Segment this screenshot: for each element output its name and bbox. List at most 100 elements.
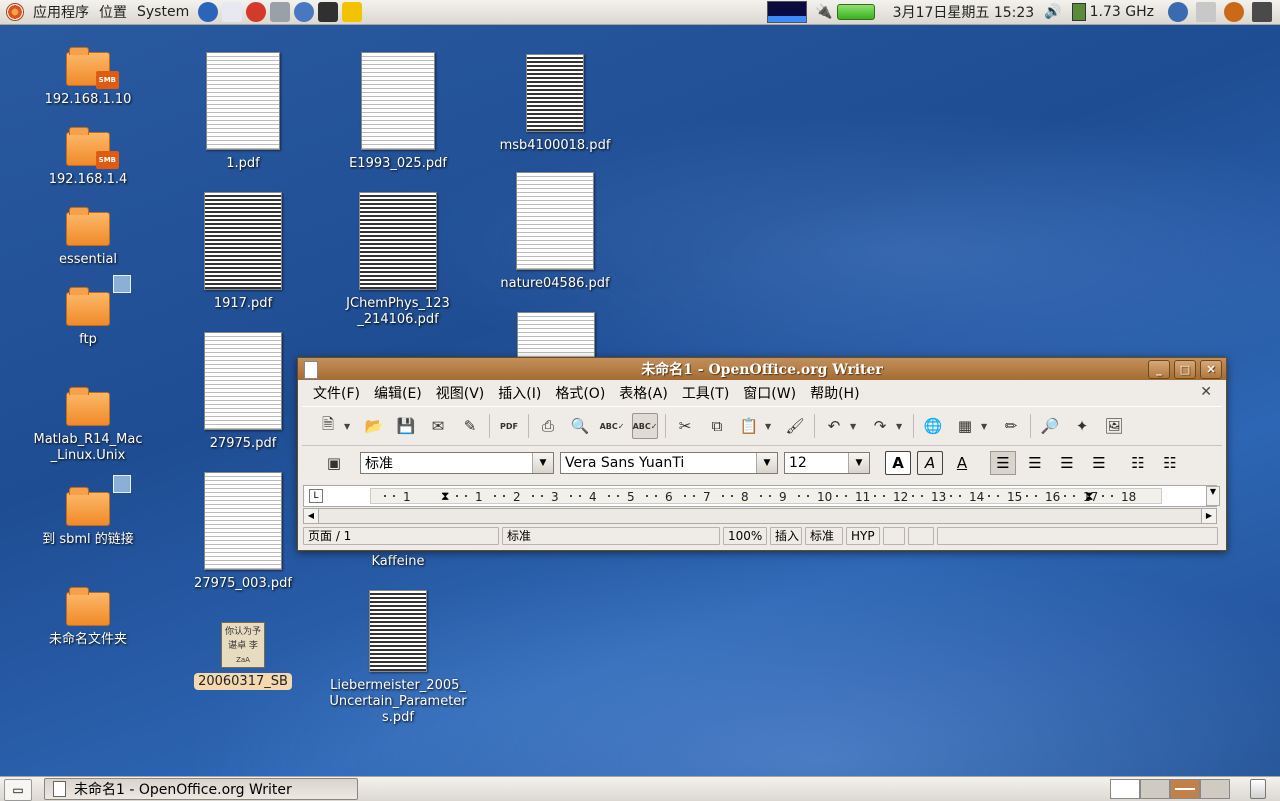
- minimize-button[interactable]: _: [1148, 360, 1170, 379]
- paragraph-style-combo[interactable]: 标准 ▼: [360, 452, 554, 474]
- autospellcheck-icon[interactable]: ABC✓: [632, 413, 658, 439]
- network-globe-icon[interactable]: [294, 2, 315, 22]
- dropdown-arrow-icon[interactable]: ▼: [896, 422, 906, 431]
- dropdown-arrow-icon[interactable]: ▼: [981, 422, 991, 431]
- menu-item-3[interactable]: 插入(I): [491, 383, 548, 403]
- desktop-icon-192-168-1-4[interactable]: SMB 192.168.1.4: [28, 127, 148, 188]
- tab-stop-selector[interactable]: L: [309, 489, 323, 503]
- left-indent-marker[interactable]: ⧗: [441, 489, 449, 504]
- email-icon[interactable]: ✉: [426, 414, 450, 438]
- web-browser-icon[interactable]: [198, 2, 219, 22]
- menu-item-1[interactable]: 编辑(E): [367, 383, 429, 403]
- desktop-icon-27975-pdf[interactable]: 27975.pdf: [183, 332, 303, 452]
- workspace-1[interactable]: [1110, 779, 1140, 799]
- align-center-icon[interactable]: ☰: [1022, 451, 1048, 475]
- close-document-icon[interactable]: ✕: [1200, 384, 1212, 400]
- save-icon[interactable]: 💾: [394, 414, 418, 438]
- bold-icon[interactable]: A: [885, 451, 911, 475]
- numbering-icon[interactable]: ☷: [1125, 451, 1151, 475]
- align-right-icon[interactable]: ☰: [1054, 451, 1080, 475]
- print-preview-icon[interactable]: 🔍: [568, 414, 592, 438]
- desktop-icon-e1993-pdf[interactable]: E1993_025.pdf: [338, 52, 458, 172]
- desktop-icon-matlab[interactable]: Matlab_R14_Mac_Linux.Unix: [28, 387, 148, 464]
- menu-applications[interactable]: 应用程序: [28, 2, 94, 22]
- scroll-down-button[interactable]: ▼: [1206, 486, 1220, 506]
- workspace-2[interactable]: [1140, 779, 1170, 799]
- status-style[interactable]: 标准: [502, 527, 720, 545]
- undo-icon[interactable]: ↶: [822, 414, 846, 438]
- workspace-3[interactable]: [1170, 779, 1200, 799]
- terminal-icon[interactable]: [318, 2, 339, 22]
- justify-icon[interactable]: ☰: [1086, 451, 1112, 475]
- dropdown-arrow-icon[interactable]: ▼: [850, 422, 860, 431]
- volume-icon[interactable]: 🔊: [1044, 4, 1061, 20]
- italic-icon[interactable]: A: [917, 451, 943, 475]
- cpu-monitor-icon[interactable]: [767, 1, 808, 23]
- dropdown-arrow-icon[interactable]: ▼: [344, 422, 354, 431]
- print-icon[interactable]: ⎙: [536, 414, 560, 438]
- trash-icon[interactable]: [1250, 779, 1266, 799]
- spellcheck-icon[interactable]: ABC✓: [600, 414, 625, 438]
- edit-file-icon[interactable]: ✎: [458, 414, 482, 438]
- chevron-down-icon[interactable]: ▼: [532, 453, 553, 473]
- desktop-icon-essential[interactable]: essential: [28, 207, 148, 268]
- menu-item-7[interactable]: 窗口(W): [736, 383, 803, 403]
- desktop-icon-jchemphys-pdf[interactable]: JChemPhys_123_214106.pdf: [338, 192, 458, 328]
- paste-icon[interactable]: 📋: [737, 414, 761, 438]
- chevron-down-icon[interactable]: ▼: [848, 453, 869, 473]
- help-lifebuoy-icon[interactable]: [246, 2, 267, 22]
- bullets-icon[interactable]: ☷: [1157, 451, 1183, 475]
- dropdown-arrow-icon[interactable]: ▼: [765, 422, 775, 431]
- desktop-icon-sbml-link[interactable]: 到 sbml 的链接: [28, 475, 148, 548]
- export-pdf-icon[interactable]: PDF: [497, 414, 521, 438]
- show-desktop-icon[interactable]: ▭: [4, 779, 32, 801]
- keyboard-icon[interactable]: [1196, 2, 1216, 22]
- redo-icon[interactable]: ↷: [868, 414, 892, 438]
- table-icon[interactable]: ▦: [953, 414, 977, 438]
- desktop-icon-27975-003-pdf[interactable]: 27975_003.pdf: [183, 472, 303, 592]
- menu-system[interactable]: System: [132, 4, 194, 20]
- chevron-down-icon[interactable]: ▼: [756, 453, 777, 473]
- desktop-icon-nature-pdf[interactable]: nature04586.pdf: [495, 172, 615, 292]
- clock[interactable]: 3月17日星期五 15:23: [893, 2, 1035, 22]
- quit-computer-icon[interactable]: [1252, 2, 1272, 22]
- scroll-left-icon[interactable]: ◀: [304, 509, 319, 523]
- underline-icon[interactable]: A: [949, 451, 975, 475]
- workspace-4[interactable]: [1200, 779, 1230, 799]
- menu-item-2[interactable]: 视图(V): [429, 383, 492, 403]
- menu-item-5[interactable]: 表格(A): [612, 383, 675, 403]
- show-draw-functions-icon[interactable]: ✏: [999, 414, 1023, 438]
- desktop-icon-unnamed-folder[interactable]: 未命名文件夹: [28, 587, 148, 648]
- desktop-icon-liebermeister-pdf[interactable]: Liebermeister_2005_Uncertain_Parameters.…: [329, 590, 467, 726]
- horizontal-scrollbar[interactable]: ◀ ▶: [303, 508, 1217, 524]
- navigator-icon[interactable]: ✦: [1070, 414, 1094, 438]
- new-document-icon[interactable]: 🗎: [316, 414, 340, 438]
- scroll-right-icon[interactable]: ▶: [1201, 509, 1216, 523]
- close-button[interactable]: ✕: [1200, 360, 1222, 379]
- maximize-button[interactable]: □: [1174, 360, 1196, 379]
- font-size-combo[interactable]: 12 ▼: [784, 452, 870, 474]
- status-zoom[interactable]: 100%: [723, 527, 767, 545]
- menu-item-6[interactable]: 工具(T): [675, 383, 736, 403]
- desktop-icon-20060317-sb[interactable]: 你认为予 谌卓 李 ZaA 20060317_SB: [183, 622, 303, 690]
- window-titlebar[interactable]: 未命名1 - OpenOffice.org Writer _ □ ✕: [298, 358, 1226, 380]
- hyperlink-icon[interactable]: 🌐: [921, 414, 945, 438]
- menu-item-0[interactable]: 文件(F): [306, 383, 367, 403]
- desktop-icon-ftp[interactable]: ftp: [28, 275, 148, 348]
- desktop-icon-msb-pdf[interactable]: msb4100018.pdf: [495, 54, 615, 154]
- mail-icon[interactable]: [222, 2, 243, 22]
- ubuntu-logo-icon[interactable]: [6, 3, 24, 21]
- status-insert-mode[interactable]: 插入: [770, 527, 802, 545]
- warning-icon[interactable]: [342, 2, 363, 22]
- align-left-icon[interactable]: ☰: [990, 451, 1016, 475]
- screenshot-icon[interactable]: [270, 2, 291, 22]
- update-notifier-icon[interactable]: [1224, 2, 1244, 22]
- find-replace-icon[interactable]: 🔎: [1038, 414, 1062, 438]
- desktop-icon-192-168-1-10[interactable]: SMB 192.168.1.10: [28, 47, 148, 108]
- horizontal-ruler[interactable]: L 1 1 2 3 4 5 6 7 8 9 10 11 12 13 14 15 16 17 18 ⧗ ⧗: [303, 485, 1217, 507]
- font-name-combo[interactable]: Vera Sans YuanTi ▼: [560, 452, 778, 474]
- desktop-icon-1-pdf[interactable]: 1.pdf: [183, 52, 303, 172]
- network-manager-icon[interactable]: [1168, 2, 1188, 22]
- right-indent-marker[interactable]: ⧗: [1085, 489, 1093, 504]
- menu-item-4[interactable]: 格式(O): [548, 383, 612, 403]
